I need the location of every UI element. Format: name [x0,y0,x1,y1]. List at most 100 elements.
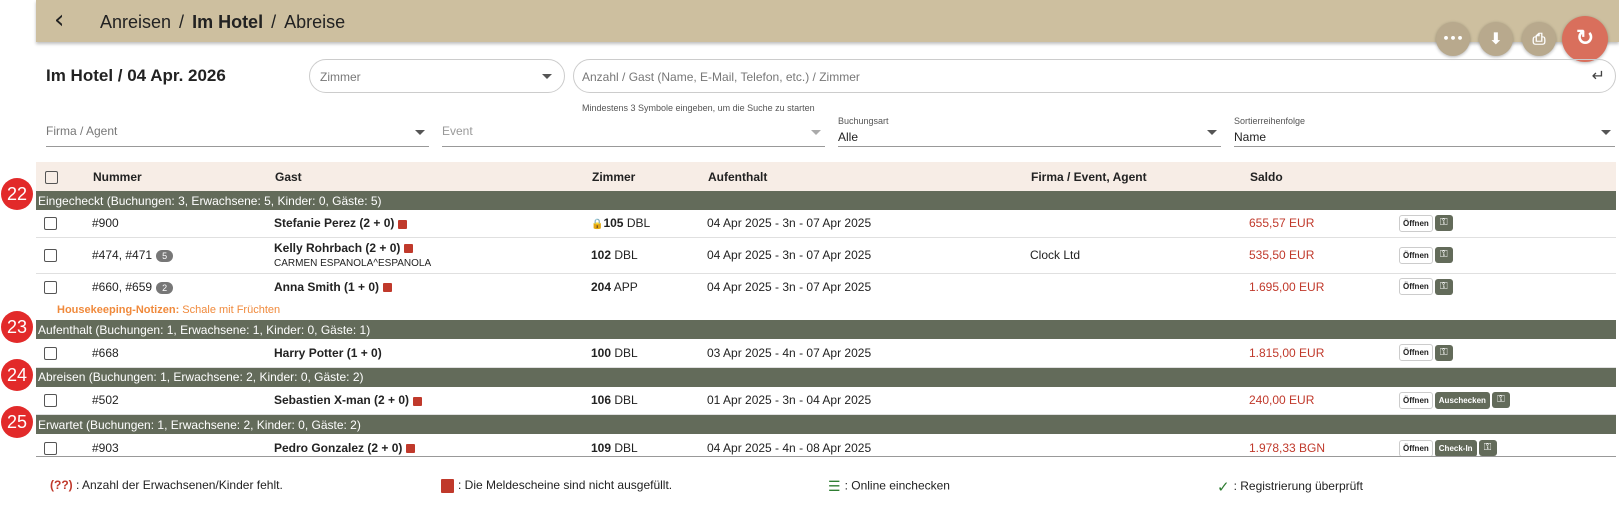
col-gast[interactable]: Gast [274,162,591,191]
col-nummer[interactable]: Nummer [92,162,274,191]
buchungsart-label: Buchungsart [838,116,889,126]
balance: 535,50 EUR [1249,237,1399,274]
legend-missing-marker: (??) [50,478,73,492]
open-button[interactable]: Öffnen [1399,439,1433,457]
guest-name[interactable]: Stefanie Perez (2 + 0) [274,216,394,230]
table-row[interactable]: #474, #471 5 Kelly Rohrbach (2 + 0) CARMEN… [36,237,1616,274]
select-all-checkbox[interactable] [45,170,58,184]
group-header: Aufenthalt (Buchungen: 1, Erwachsene: 1,… [36,320,1616,339]
room-number: 204 [591,279,612,294]
table-row[interactable]: #900 Stefanie Perez (2 + 0) 🔒105 DBL 04 … [36,210,1616,238]
count-badge: 2 [156,281,174,294]
search-hint: Mindestens 3 Symbole eingeben, um die Su… [582,103,815,113]
search-input[interactable]: Anzahl / Gast (Name, E-Mail, Telefon, et… [573,59,1616,93]
more-options-button[interactable]: ••• [1436,22,1470,56]
key-icon[interactable]: ⚿ [1434,215,1453,232]
buchungsart-value: Alle [838,130,859,144]
table-row[interactable]: #660, #659 2 Anna Smith (1 + 0) 204 APP 0… [36,273,1616,300]
company [1030,339,1249,368]
event-placeholder: Event [442,124,473,138]
col-firma[interactable]: Firma / Event, Agent [1030,162,1249,191]
guest-name[interactable]: Pedro Gonzalez (2 + 0) [274,441,402,455]
buchungsart-select[interactable]: Buchungsart Alle [838,116,1221,147]
open-button[interactable]: Öffnen [1399,246,1433,264]
company [1030,386,1249,415]
room-number: 105 [603,216,624,231]
print-button[interactable]: ⎙ [1522,22,1556,56]
divider [36,456,1616,457]
checkout-button[interactable]: Auschecken [1434,391,1490,409]
open-button[interactable]: Öffnen [1399,391,1433,409]
open-button[interactable]: Öffnen [1399,344,1433,362]
balance: 655,57 EUR [1249,210,1399,238]
zimmer-placeholder: Zimmer [320,70,361,84]
breadcrumb-separator: / [271,12,277,32]
download-button[interactable]: ⬇ [1479,22,1513,56]
guest-name[interactable]: Harry Potter (1 + 0) [274,346,382,360]
housekeeping-note: Housekeeping-Notizen: Schale mit Früchte… [36,300,1616,320]
stay-period: 04 Apr 2025 - 3n - 07 Apr 2025 [707,279,872,294]
chevron-left-icon[interactable]: ‹ [54,6,64,34]
legend-online: ☰: Online einchecken [828,478,950,495]
enter-icon[interactable]: ↵ [1592,66,1605,85]
table-header: Nummer Gast Zimmer Aufenthalt Firma / Ev… [36,162,1616,191]
breadcrumb: Anreisen / Im Hotel / Abreise [100,12,345,33]
legend-document: : Die Meldescheine sind nicht ausgefüllt… [441,478,672,493]
key-icon[interactable]: ⚿ [1434,344,1453,361]
page-title: Im Hotel / 04 Apr. 2026 [46,66,226,85]
col-aufenthalt[interactable]: Aufenthalt [707,162,1030,191]
legend-missing-text: : Anzahl der Erwachsenen/Kinder fehlt. [76,478,283,492]
balance: 240,00 EUR [1249,386,1399,415]
key-icon[interactable]: ⚿ [1478,440,1497,456]
breadcrumb-separator: / [179,12,185,32]
company: Clock Ltd [1030,237,1249,274]
open-button[interactable]: Öffnen [1399,278,1433,296]
firma-agent-select[interactable]: Firma / Agent [46,116,429,147]
guest-name[interactable]: Sebastien X-man (2 + 0) [274,393,409,407]
lock-icon: 🔒 [591,219,604,231]
sort-select[interactable]: Sortierreihenfolge Name [1234,116,1615,147]
top-bar: ‹ Anreisen / Im Hotel / Abreise [36,0,1619,42]
booking-number: #900 [92,210,274,238]
checkin-button[interactable]: Check-In [1434,439,1477,457]
check-icon: ✓ [1217,478,1230,496]
col-zimmer[interactable]: Zimmer [591,162,707,191]
guest-name[interactable]: Kelly Rohrbach (2 + 0) [274,241,400,255]
row-checkbox[interactable] [44,280,57,294]
table-row[interactable]: #903 Pedro Gonzalez (2 + 0) 109 DBL 04 A… [36,434,1616,462]
more-icon: ••• [1442,32,1464,45]
table-row[interactable]: #668 Harry Potter (1 + 0) 100 DBL 03 Apr… [36,339,1616,368]
step-marker: 25 [1,406,33,438]
group-title: Erwartet (Buchungen: 1, Erwachsene: 2, K… [36,414,1616,434]
row-checkbox[interactable] [44,394,57,408]
legend-verified-text: : Registrierung überprüft [1233,479,1363,494]
col-saldo[interactable]: Saldo [1249,162,1399,191]
group-title: Abreisen (Buchungen: 1, Erwachsene: 2, K… [36,367,1616,387]
key-icon[interactable]: ⚿ [1434,278,1453,295]
step-marker: 23 [1,311,33,343]
table-row[interactable]: #502 Sebastien X-man (2 + 0) 106 DBL 01 … [36,386,1616,415]
company [1030,210,1249,238]
refresh-button[interactable]: ↻ [1562,16,1608,62]
key-icon[interactable]: ⚿ [1491,392,1510,409]
search-placeholder: Anzahl / Gast (Name, E-Mail, Telefon, et… [582,70,860,84]
guest-name[interactable]: Anna Smith (1 + 0) [274,280,379,294]
open-button[interactable]: Öffnen [1399,214,1433,232]
step-marker: 22 [1,178,33,210]
group-title: Aufenthalt (Buchungen: 1, Erwachsene: 1,… [36,320,1616,339]
event-select[interactable]: Event [442,116,825,147]
download-icon: ⬇ [1489,29,1503,48]
key-icon[interactable]: ⚿ [1434,247,1453,263]
legend-missing: (??) : Anzahl der Erwachsenen/Kinder feh… [50,478,283,492]
booking-number: #474, #471 [92,248,153,262]
row-checkbox[interactable] [44,442,57,456]
breadcrumb-abreise[interactable]: Abreise [284,12,345,32]
row-checkbox[interactable] [44,346,57,360]
row-checkbox[interactable] [44,217,57,231]
room-type: DBL [614,393,638,408]
row-checkbox[interactable] [44,249,57,263]
group-header: Abreisen (Buchungen: 1, Erwachsene: 2, K… [36,367,1616,387]
guest-subname: CARMEN ESPANOLA^ESPANOLA [274,258,432,269]
zimmer-select[interactable]: Zimmer [309,59,565,93]
breadcrumb-anreisen[interactable]: Anreisen [100,12,171,32]
